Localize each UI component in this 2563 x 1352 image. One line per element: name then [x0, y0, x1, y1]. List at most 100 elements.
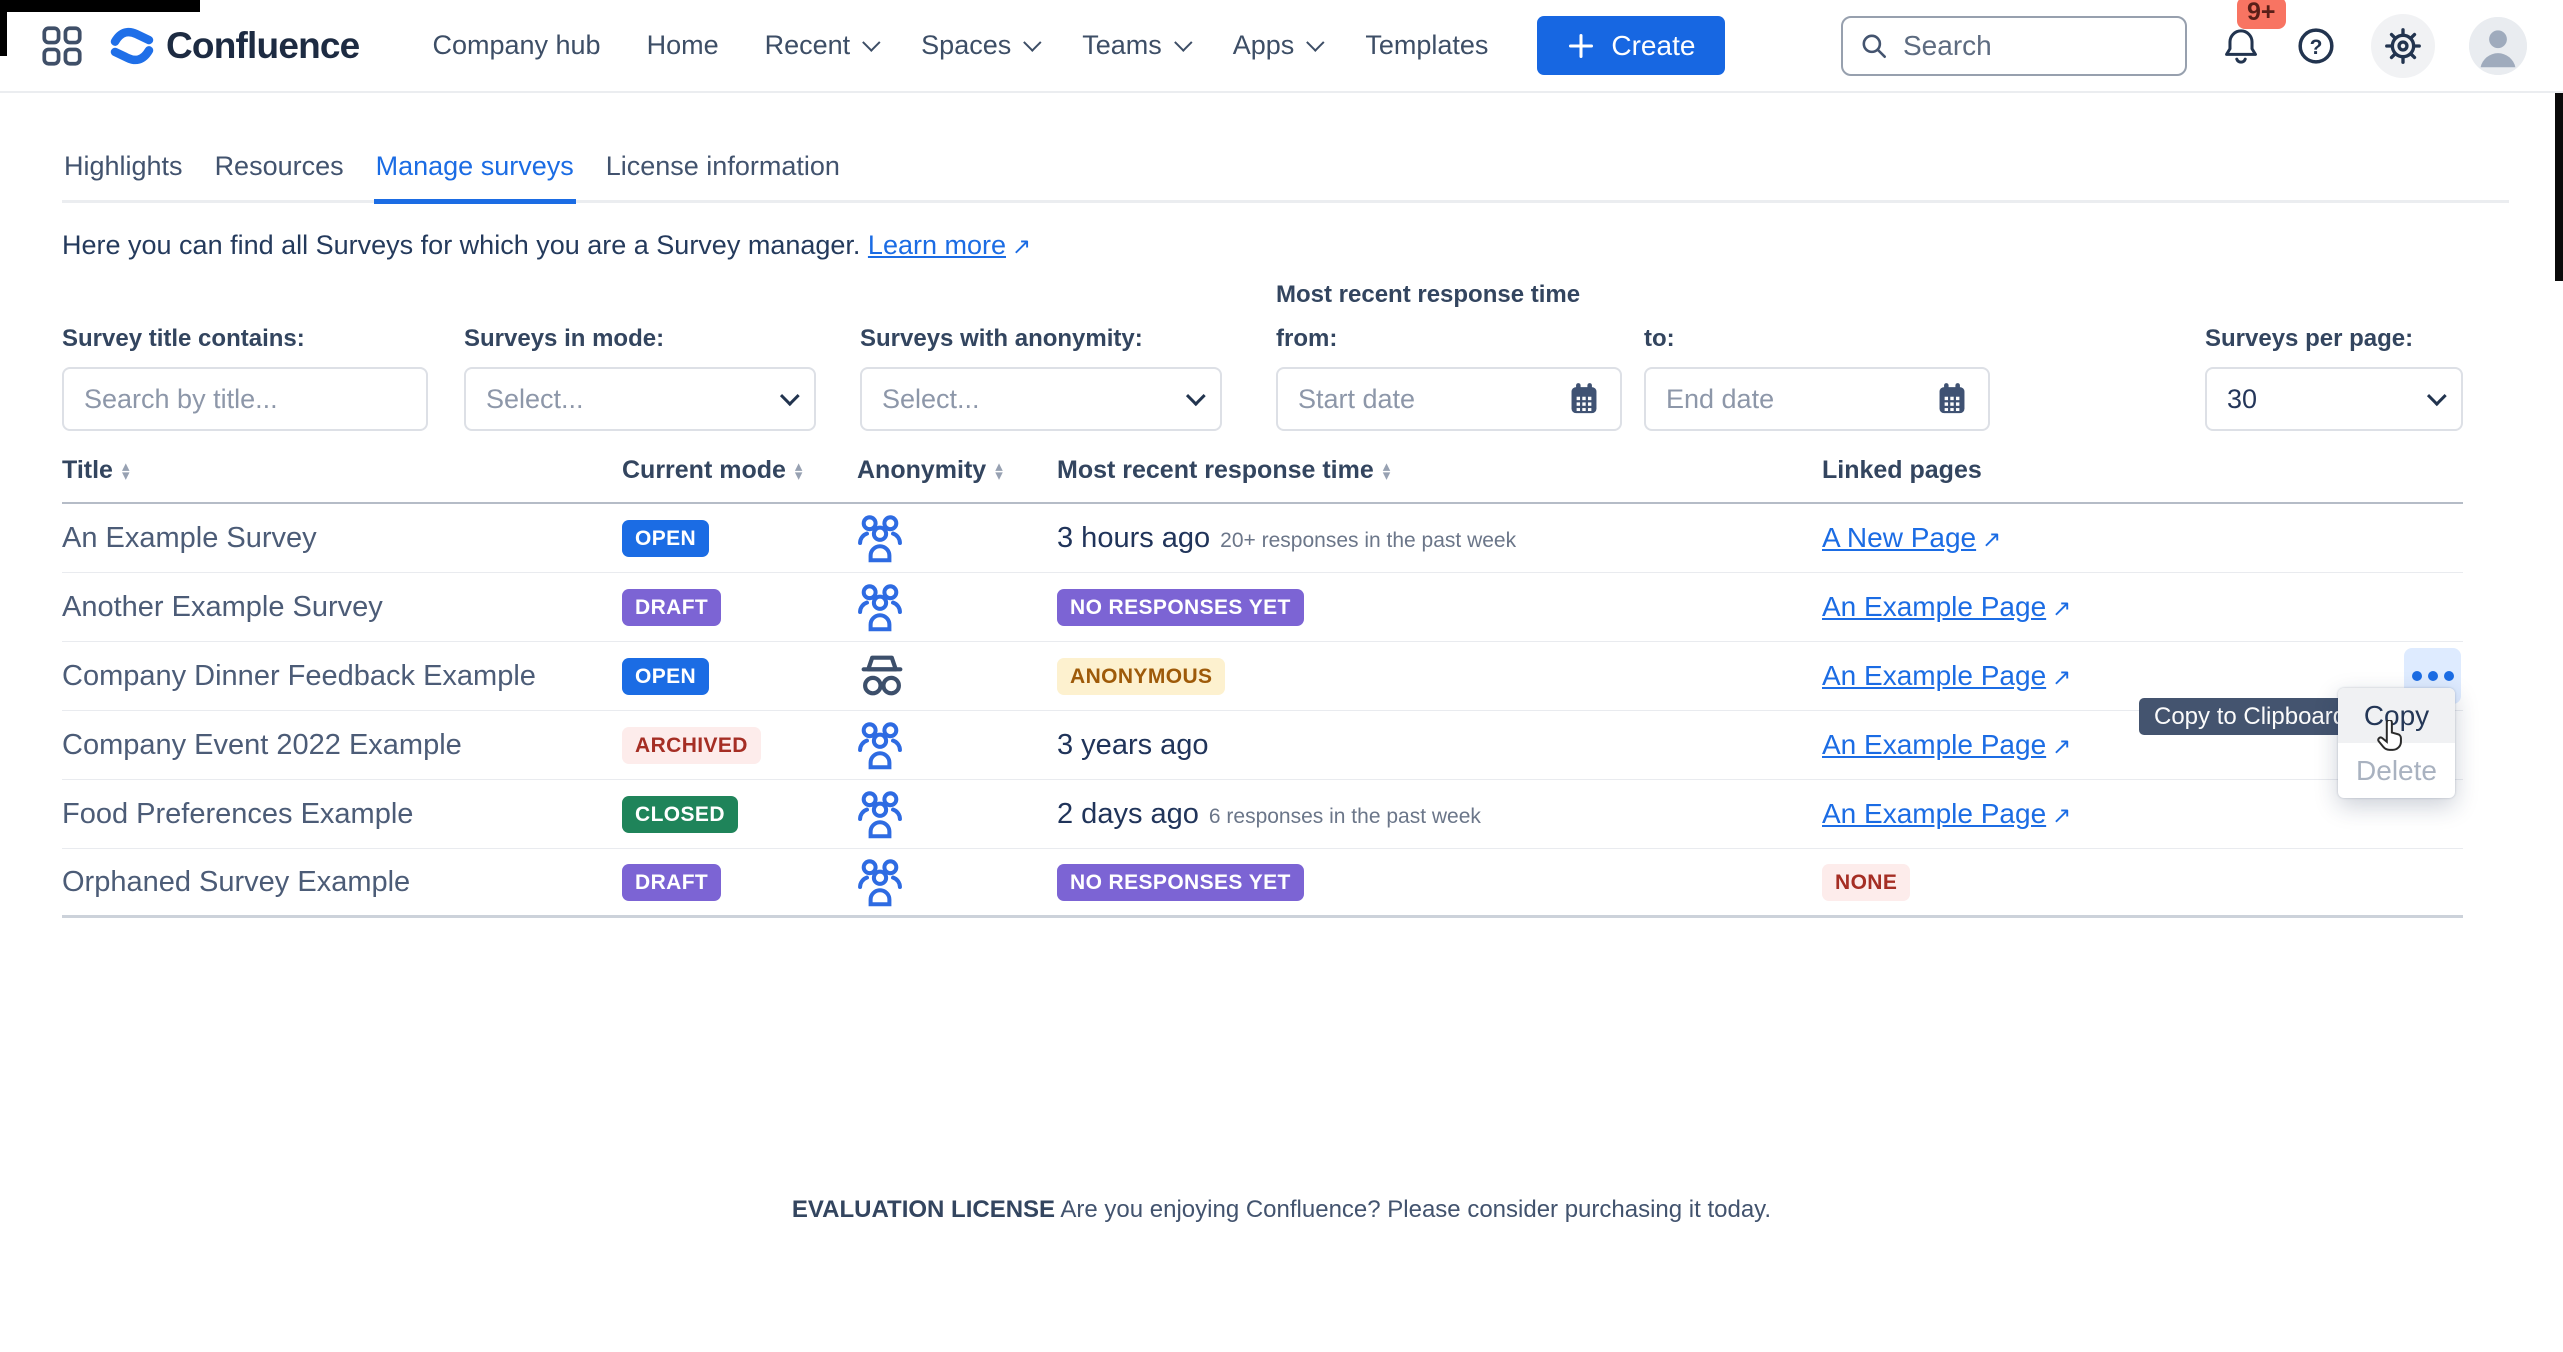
survey-title: Company Event 2022 Example	[62, 729, 622, 762]
tab-manage-surveys[interactable]: Manage surveys	[374, 151, 576, 204]
column-header-label: Current mode	[622, 456, 786, 485]
create-button[interactable]: Create	[1537, 16, 1725, 75]
vertical-scrollbar-thumb[interactable]	[2555, 93, 2563, 281]
incognito-icon	[857, 653, 1057, 699]
question-mark-icon: ?	[2295, 25, 2337, 67]
external-link-icon: ↗	[2052, 664, 2071, 690]
column-header-title: Title	[62, 456, 622, 485]
response-cell: 3 hours ago20+ responses in the past wee…	[1057, 522, 1822, 555]
external-link-icon: ↗	[2052, 733, 2071, 759]
to-date-field: to: End date	[1644, 325, 1990, 431]
start-date-input[interactable]: Start date	[1276, 367, 1622, 431]
column-header-anonymity: Anonymity	[857, 456, 1057, 485]
chevron-down-icon	[780, 386, 800, 406]
column-header-label: Anonymity	[857, 456, 986, 485]
notifications-count-badge: 9+	[2237, 0, 2286, 29]
mode-select[interactable]: Select...	[464, 367, 816, 431]
tab-resources[interactable]: Resources	[213, 151, 346, 204]
response-cell: NO RESPONSES YET	[1057, 589, 1822, 626]
tab-highlights[interactable]: Highlights	[62, 151, 185, 204]
mode-cell: OPEN	[622, 520, 857, 557]
column-header-label: Title	[62, 456, 113, 485]
linked-pages-cell: An Example Page↗	[1822, 591, 2463, 623]
filter-label: Survey title contains:	[62, 325, 428, 353]
table-row: Food Preferences ExampleCLOSED 2 days ag…	[62, 780, 2463, 849]
status-badge: ANONYMOUS	[1057, 658, 1225, 695]
chevron-down-icon	[862, 33, 880, 51]
linked-page-link[interactable]: A New Page	[1822, 522, 1976, 553]
nav-item-spaces[interactable]: Spaces	[921, 30, 1036, 61]
nav-item-label: Spaces	[921, 30, 1011, 61]
mode-cell: CLOSED	[622, 796, 857, 833]
anonymity-cell	[857, 513, 1057, 563]
filter-label: Surveys in mode:	[464, 325, 816, 353]
meatball-dot	[2428, 671, 2438, 681]
main-content: Highlights Resources Manage surveys License…	[0, 151, 2563, 918]
learn-more-link[interactable]: Learn more	[868, 230, 1006, 260]
linked-page-link[interactable]: An Example Page	[1822, 660, 2046, 691]
sort-icon[interactable]	[122, 462, 130, 480]
mode-cell: ARCHIVED	[622, 727, 857, 764]
linked-page-link[interactable]: An Example Page	[1822, 591, 2046, 622]
mode-cell: DRAFT	[622, 589, 857, 626]
app-switcher-icon[interactable]	[42, 26, 82, 66]
hand-cursor	[2375, 720, 2405, 752]
nav-item-company-hub[interactable]: Company hub	[432, 30, 600, 61]
anonymity-cell	[857, 789, 1057, 839]
status-badge: DRAFT	[622, 864, 721, 901]
chevron-down-icon	[1186, 386, 1206, 406]
survey-title: An Example Survey	[62, 522, 622, 555]
filter-anonymity: Surveys with anonymity: Select...	[860, 325, 1222, 431]
status-badge: NO RESPONSES YET	[1057, 589, 1304, 626]
settings-button[interactable]	[2371, 14, 2435, 78]
sort-icon[interactable]	[1383, 462, 1391, 480]
anonymity-select[interactable]: Select...	[860, 367, 1222, 431]
nav-item-label: Teams	[1082, 30, 1162, 61]
per-page-select[interactable]: 30	[2205, 367, 2463, 431]
survey-title: Another Example Survey	[62, 591, 622, 624]
nav-item-apps[interactable]: Apps	[1233, 30, 1320, 61]
response-time: 3 years ago	[1057, 729, 1209, 761]
profile-button[interactable]	[2469, 17, 2527, 75]
response-count: 20+ responses in the past week	[1220, 529, 1516, 552]
response-count: 6 responses in the past week	[1209, 805, 1481, 828]
linked-page-link[interactable]: An Example Page	[1822, 729, 2046, 760]
column-header-label: Most recent response time	[1057, 456, 1374, 485]
search-input[interactable]	[1903, 30, 2169, 62]
tab-license-information[interactable]: License information	[604, 151, 842, 204]
calendar-icon	[1936, 382, 1968, 416]
column-header-label: Linked pages	[1822, 456, 1982, 485]
anonymity-cell	[857, 720, 1057, 770]
confluence-logo-icon	[110, 24, 154, 68]
nav-item-recent[interactable]: Recent	[765, 30, 876, 61]
linked-page-link[interactable]: An Example Page	[1822, 798, 2046, 829]
column-header-most-recent-response-time: Most recent response time	[1057, 456, 1822, 485]
help-button[interactable]: ?	[2295, 25, 2337, 67]
status-badge: NO RESPONSES YET	[1057, 864, 1304, 901]
table-row: Company Event 2022 ExampleARCHIVED 3 yea…	[62, 711, 2463, 780]
nav-item-label: Templates	[1365, 30, 1488, 61]
filter-response-time: Most recent response time from: Start da…	[1276, 281, 1990, 431]
column-header-linked-pages: Linked pages	[1822, 456, 2463, 485]
external-link-icon: ↗	[2052, 595, 2071, 621]
anonymity-cell	[857, 653, 1057, 699]
nav-item-teams[interactable]: Teams	[1082, 30, 1187, 61]
filter-title-contains: Survey title contains:	[62, 325, 428, 431]
table-row: Orphaned Survey ExampleDRAFT NO RESPONSE…	[62, 849, 2463, 918]
filter-per-page: Surveys per page: 30	[2205, 325, 2463, 431]
nav-item-home[interactable]: Home	[647, 30, 719, 61]
response-cell: 2 days ago6 responses in the past week	[1057, 798, 1822, 831]
survey-title: Orphaned Survey Example	[62, 866, 622, 899]
nav-item-templates[interactable]: Templates	[1365, 30, 1488, 61]
response-cell: ANONYMOUS	[1057, 658, 1822, 695]
linked-pages-cell: A New Page↗	[1822, 522, 2463, 554]
confluence-logo[interactable]: Confluence	[110, 24, 359, 68]
sort-icon[interactable]	[995, 462, 1003, 480]
primary-nav: Company hub Home Recent Spaces Teams Apps Temp…	[409, 30, 1511, 61]
end-date-input[interactable]: End date	[1644, 367, 1990, 431]
title-filter-input[interactable]	[62, 367, 428, 431]
status-badge: OPEN	[622, 520, 709, 557]
avatar	[2469, 17, 2527, 75]
sort-icon[interactable]	[795, 462, 803, 480]
notifications-button[interactable]: 9+	[2221, 25, 2261, 67]
